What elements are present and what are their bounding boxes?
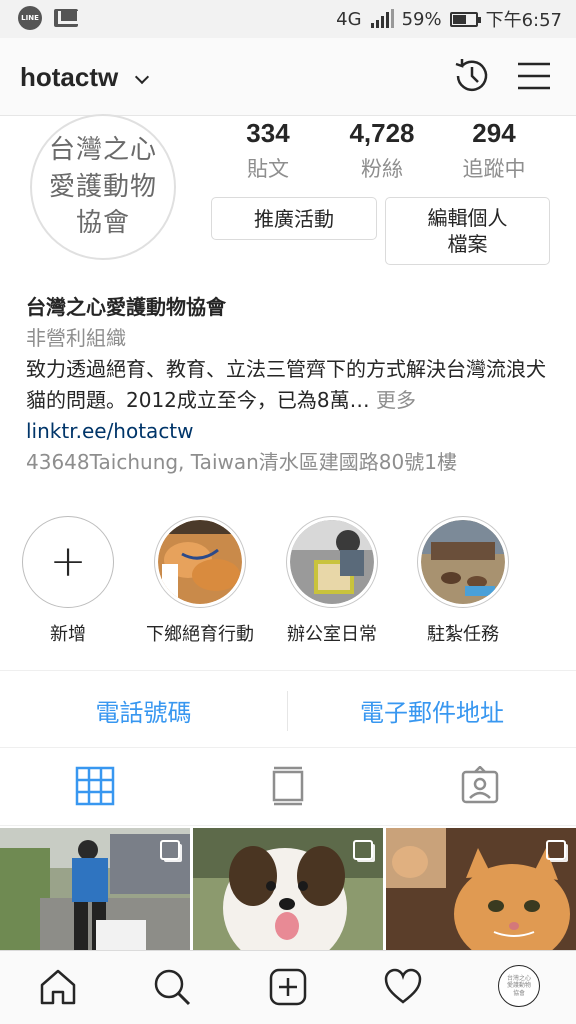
- bottom-navigation: 台灣之心 愛護動物 協會: [0, 950, 576, 1024]
- avatar-logo-text-1: 台灣之心: [48, 135, 157, 166]
- archive-history-icon[interactable]: [450, 54, 494, 98]
- post-thumbnail[interactable]: [0, 828, 190, 950]
- multi-photo-icon: [353, 840, 373, 860]
- post-thumbnail[interactable]: [193, 828, 383, 950]
- highlight-item[interactable]: 駐紮任務: [393, 516, 533, 646]
- email-button[interactable]: 電子郵件地址: [288, 671, 576, 749]
- followers-count[interactable]: 4,728 粉絲: [336, 118, 428, 183]
- profile-tabs: [0, 748, 576, 826]
- profile-header: hotactw: [0, 38, 576, 116]
- highlight-cover[interactable]: [417, 516, 509, 608]
- battery-percent: 59%: [401, 8, 442, 30]
- stat-value: 334: [246, 118, 290, 148]
- contact-bar: 電話號碼 電子郵件地址: [0, 670, 576, 748]
- profile-website-link[interactable]: linktr.ee/hotactw: [26, 416, 556, 447]
- stat-label: 貼文: [247, 157, 289, 181]
- plus-icon: +: [49, 536, 87, 587]
- highlight-cover[interactable]: [286, 516, 378, 608]
- battery-icon: [449, 11, 481, 27]
- stat-value: 294: [472, 118, 516, 148]
- highlight-cover[interactable]: [154, 516, 246, 608]
- multi-photo-icon: [546, 840, 566, 860]
- highlight-cover-image: [158, 520, 242, 604]
- gmail-icon: [54, 9, 78, 27]
- stat-value: 4,728: [349, 118, 415, 148]
- highlight-label: 新增: [50, 624, 86, 645]
- profile-name: 台灣之心愛護動物協會: [26, 295, 226, 319]
- new-post-icon[interactable]: [268, 967, 308, 1007]
- profile-tab-avatar[interactable]: 台灣之心 愛護動物 協會: [498, 965, 540, 1007]
- avatar-logo-text-3: 協會: [75, 208, 130, 239]
- highlight-item[interactable]: 辦公室日常: [262, 516, 402, 646]
- grid-icon[interactable]: [75, 766, 115, 806]
- highlight-label: 下鄉絕育行動: [146, 624, 254, 645]
- post-grid: [0, 828, 576, 950]
- highlight-new-circle[interactable]: +: [22, 516, 114, 608]
- profile-avatar[interactable]: 台灣之心 愛護動物 協會: [30, 114, 176, 260]
- edit-profile-button[interactable]: 編輯個人檔案: [385, 197, 550, 265]
- line-app-icon: LINE: [18, 6, 42, 30]
- stat-label: 粉絲: [361, 157, 403, 181]
- highlight-cover-image: [421, 520, 505, 604]
- avatar-logo-text-2: 愛護動物: [48, 171, 157, 202]
- profile-category: 非營利組織: [26, 326, 126, 350]
- chevron-down-icon[interactable]: [134, 69, 150, 85]
- search-icon[interactable]: [152, 967, 192, 1007]
- bio-text: 致力透過絕育、教育、立法三管齊下的方式解決台灣流浪犬貓的問題。2012成立至今，…: [26, 357, 546, 412]
- highlight-item[interactable]: 下鄉絕育行動: [130, 516, 270, 646]
- highlight-new[interactable]: + 新增: [0, 516, 138, 646]
- post-thumbnail[interactable]: [386, 828, 576, 950]
- posts-count[interactable]: 334 貼文: [232, 118, 304, 183]
- highlight-label: 駐紮任務: [427, 624, 499, 645]
- mini-avatar-logo: 台灣之心 愛護動物 協會: [506, 975, 531, 997]
- multi-photo-icon: [160, 840, 180, 860]
- phone-button[interactable]: 電話號碼: [0, 671, 287, 749]
- profile-bio: 致力透過絕育、教育、立法三管齊下的方式解決台灣流浪犬貓的問題。2012成立至今，…: [26, 354, 556, 416]
- highlight-cover-image: [290, 520, 374, 604]
- more-link[interactable]: 更多: [376, 388, 416, 412]
- following-count[interactable]: 294 追蹤中: [450, 118, 538, 183]
- profile-address[interactable]: 43648Taichung, Taiwan清水區建國路80號1樓: [26, 447, 556, 478]
- status-bar: LINE 4G 59% 下午6:57: [0, 0, 576, 38]
- home-icon[interactable]: [38, 967, 78, 1007]
- clock: 下午6:57: [485, 10, 562, 31]
- highlight-label: 辦公室日常: [287, 624, 377, 645]
- signal-icon: [370, 9, 394, 28]
- network-indicator: 4G: [336, 8, 362, 30]
- menu-icon[interactable]: [512, 54, 556, 98]
- promote-button[interactable]: 推廣活動: [211, 197, 377, 240]
- username-switcher[interactable]: hotactw: [20, 62, 118, 93]
- igtv-feed-icon[interactable]: [268, 766, 308, 806]
- tagged-icon[interactable]: [460, 766, 500, 806]
- activity-heart-icon[interactable]: [383, 967, 423, 1007]
- stat-label: 追蹤中: [462, 157, 526, 181]
